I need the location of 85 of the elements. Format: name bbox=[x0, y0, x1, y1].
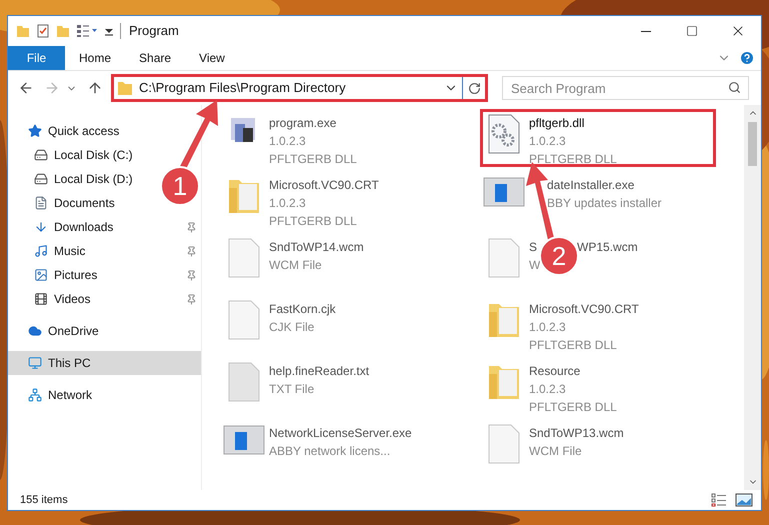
down-arrow-icon bbox=[34, 220, 48, 234]
pin-icon[interactable] bbox=[186, 294, 197, 304]
file-detail: 1.0.2.3 bbox=[269, 195, 307, 212]
file-item[interactable]: pfltgerb.dll 1.0.2.3 PFLTGERB DLL bbox=[480, 109, 716, 167]
file-name: SndToWP14.wcm bbox=[269, 239, 364, 256]
music-note-icon bbox=[34, 244, 48, 258]
file-name: Microsoft.VC90.CRT bbox=[529, 301, 639, 318]
pin-icon[interactable] bbox=[186, 270, 197, 280]
file-detail: TXT File bbox=[269, 381, 316, 398]
file-icon bbox=[227, 238, 261, 278]
network-icon bbox=[28, 388, 42, 402]
nav-item[interactable]: Downloads bbox=[8, 215, 201, 239]
file-name: FastKorn.cjk bbox=[269, 301, 336, 318]
refresh-icon bbox=[468, 82, 480, 94]
drive-icon bbox=[34, 172, 48, 186]
file-detail: PFLTGERB DLL bbox=[529, 337, 618, 354]
file-detail: 1.0.2.3 bbox=[529, 319, 567, 336]
item-count: 155 items bbox=[20, 492, 68, 508]
file-name: program.exe bbox=[269, 115, 336, 132]
minimize-icon bbox=[641, 30, 651, 32]
file-icon bbox=[487, 424, 521, 464]
pin-icon[interactable] bbox=[186, 246, 197, 256]
drive-icon bbox=[34, 148, 48, 162]
scroll-thumb[interactable] bbox=[748, 122, 757, 166]
file-name: SndToWP13.wcm bbox=[529, 425, 624, 442]
nav-item[interactable]: This PC bbox=[8, 351, 201, 375]
file-icon bbox=[227, 362, 261, 402]
file-detail: PFLTGERB DLL bbox=[269, 151, 357, 168]
file-icon bbox=[227, 300, 261, 340]
maximize-icon bbox=[686, 25, 698, 37]
tiles-view-icon[interactable] bbox=[735, 493, 753, 507]
file-name: Resource bbox=[529, 363, 580, 380]
file-detail: WCM File bbox=[529, 443, 583, 460]
file-name: NetworkLicenseServer.exe bbox=[269, 425, 412, 442]
file-detail: BBY updates installer bbox=[547, 195, 662, 212]
nav-item[interactable]: OneDrive bbox=[8, 319, 201, 343]
file-detail: 1.0.2.3 bbox=[529, 381, 567, 398]
file-detail: WCM File bbox=[269, 257, 323, 274]
film-icon bbox=[34, 292, 48, 306]
file-detail: 1.0.2.3 bbox=[269, 133, 307, 150]
properties-icon[interactable] bbox=[36, 24, 50, 38]
cloud-icon bbox=[28, 324, 42, 338]
nav-item[interactable]: Network bbox=[8, 383, 201, 407]
document-icon bbox=[34, 196, 48, 210]
view-menu-icon[interactable] bbox=[76, 24, 98, 38]
window-icon bbox=[483, 176, 525, 208]
file-name: help.fineReader.txt bbox=[269, 363, 370, 380]
ribbon-tab[interactable]: Share bbox=[125, 46, 186, 70]
nav-item[interactable]: Music bbox=[8, 239, 201, 263]
pin-icon[interactable] bbox=[186, 222, 197, 232]
file-tab[interactable]: File bbox=[8, 46, 65, 70]
help-icon[interactable] bbox=[739, 50, 755, 66]
address-bar[interactable]: C:\Program Files\Program Directory bbox=[114, 77, 463, 99]
search-field[interactable]: Search Program bbox=[502, 76, 749, 100]
file-icon bbox=[487, 238, 521, 278]
file-detail: 1.0.2.3 bbox=[529, 133, 567, 150]
folder-icon bbox=[117, 80, 133, 96]
nav-item[interactable]: Videos bbox=[8, 287, 201, 311]
file-detail: PFLTGERB DLL bbox=[529, 151, 617, 168]
file-detail: PFLTGERB DLL bbox=[529, 399, 617, 416]
search-icon bbox=[728, 81, 741, 94]
nav-item[interactable]: Documents bbox=[8, 191, 119, 215]
star-icon bbox=[28, 124, 42, 138]
window-title: Program bbox=[129, 22, 179, 40]
file-name: dateInstaller.exe bbox=[547, 177, 634, 194]
nav-item[interactable]: Pictures bbox=[8, 263, 201, 287]
file-name: WP15.wcm bbox=[577, 239, 638, 256]
file-detail: ABBY network licens... bbox=[269, 443, 392, 460]
file-name: Microsoft.VC90.CRT bbox=[269, 177, 379, 194]
window-icon bbox=[223, 424, 265, 456]
ribbon-tab[interactable]: View bbox=[185, 46, 239, 70]
picture-icon bbox=[34, 268, 48, 282]
file-name: S bbox=[529, 239, 538, 256]
nav-item[interactable]: Quick access bbox=[8, 119, 201, 143]
monitor-icon bbox=[28, 356, 42, 370]
gear-file-icon bbox=[487, 114, 521, 154]
nav-item[interactable]: Local Disk (D:) bbox=[8, 167, 137, 191]
ribbon-tab[interactable]: Home bbox=[65, 46, 126, 70]
details-view-icon[interactable] bbox=[711, 493, 727, 507]
nav-item[interactable]: Local Disk (C:) bbox=[8, 143, 137, 167]
file-detail: CJK File bbox=[269, 319, 316, 336]
scrollbar[interactable] bbox=[744, 105, 761, 490]
file-detail: PFLTGERB DLL bbox=[269, 213, 358, 230]
file-name: pfltgerb.dll bbox=[529, 115, 584, 132]
file-detail: W bbox=[529, 257, 542, 274]
